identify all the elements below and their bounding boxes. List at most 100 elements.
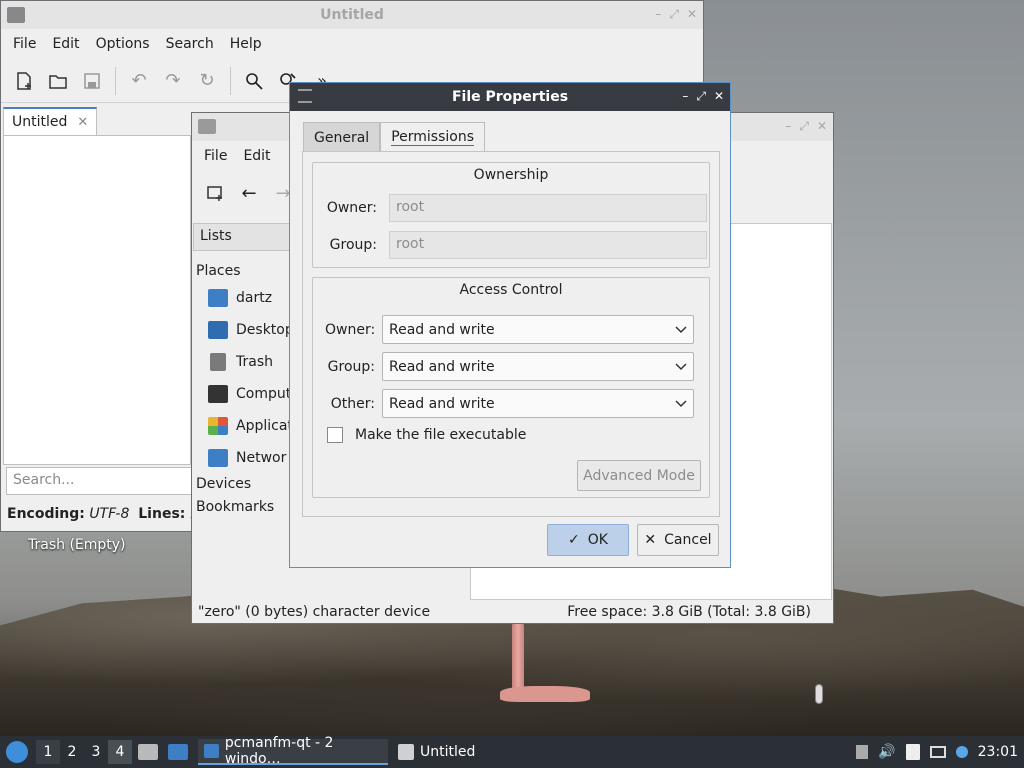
group-permission-select[interactable]: Read and write xyxy=(382,352,694,381)
workspace-2[interactable]: 2 xyxy=(60,740,84,764)
task-pcmanfm[interactable]: pcmanfm-qt - 2 windo… xyxy=(198,735,388,767)
cancel-button[interactable]: ✕ Cancel xyxy=(637,524,719,556)
ok-button[interactable]: ✓ OK xyxy=(547,524,629,556)
folder-icon xyxy=(198,119,216,134)
desktop-icon xyxy=(208,321,228,339)
menu-search[interactable]: Search xyxy=(158,36,222,52)
tray-up-arrow-icon[interactable] xyxy=(856,745,869,759)
menu-help[interactable]: Help xyxy=(222,36,270,52)
minimize-icon[interactable]: – xyxy=(682,89,688,104)
clipboard-icon[interactable] xyxy=(905,744,920,760)
editor-statusbar: Encoding: UTF-8 Lines: 1 xyxy=(7,506,199,522)
wallpaper-bird-foot xyxy=(500,686,590,702)
side-pane-mode-selector[interactable]: Lists xyxy=(193,223,293,251)
minimize-icon[interactable]: – xyxy=(655,7,661,22)
workspace-3[interactable]: 3 xyxy=(84,740,108,764)
chevron-down-icon xyxy=(675,399,687,407)
executable-checkbox-row[interactable]: Make the file executable xyxy=(327,427,526,443)
trash-icon xyxy=(210,353,226,371)
place-item-desktop[interactable]: Desktop xyxy=(208,321,294,339)
new-tab-icon[interactable] xyxy=(200,178,230,208)
place-item-computer[interactable]: Comput xyxy=(208,385,291,403)
fm-menu-file[interactable]: File xyxy=(196,148,235,164)
close-icon[interactable]: ✕ xyxy=(714,89,724,104)
new-file-icon[interactable] xyxy=(9,66,39,96)
tab-general[interactable]: General xyxy=(303,122,381,152)
open-folder-icon[interactable] xyxy=(43,66,73,96)
fm-menu-edit[interactable]: Edit xyxy=(235,148,278,164)
clock[interactable]: 23:01 xyxy=(978,744,1018,760)
other-permission-select[interactable]: Read and write xyxy=(382,389,694,418)
editor-tab-untitled[interactable]: Untitled ✕ xyxy=(3,107,98,135)
undo-icon[interactable]: ↶ xyxy=(124,66,154,96)
find-icon[interactable] xyxy=(239,66,269,96)
permissions-panel: Ownership Owner: root Group: root Access… xyxy=(302,151,720,517)
chevron-down-icon xyxy=(675,325,687,333)
owner-field: root xyxy=(389,194,707,222)
text-editor-icon xyxy=(398,744,414,760)
cancel-x-icon: ✕ xyxy=(644,532,657,548)
menu-file[interactable]: File xyxy=(5,36,44,52)
desktop-trash-label[interactable]: Trash (Empty) xyxy=(28,537,126,553)
bookmarks-header[interactable]: Bookmarks xyxy=(196,499,274,515)
places-header[interactable]: Places xyxy=(196,263,241,279)
redo-icon[interactable]: ↷ xyxy=(158,66,188,96)
place-item-trash[interactable]: Trash xyxy=(208,353,273,371)
network-status-icon[interactable] xyxy=(929,746,946,758)
place-item-network[interactable]: Networ xyxy=(208,449,286,467)
owner-permission-select[interactable]: Read and write xyxy=(382,315,694,344)
workspace-1[interactable]: 1 xyxy=(36,740,60,764)
access-control-group: Access Control Owner: Read and write Gro… xyxy=(312,277,710,498)
editor-menubar: File Edit Options Search Help xyxy=(1,29,703,59)
editor-title: Untitled xyxy=(320,7,384,23)
group-label: Group: xyxy=(329,237,377,253)
folder-icon xyxy=(204,744,219,758)
advanced-mode-button[interactable]: Advanced Mode xyxy=(577,460,701,491)
dialog-tabs: General Permissions xyxy=(303,122,485,152)
place-item-home[interactable]: dartz xyxy=(208,289,272,307)
tab-permissions[interactable]: Permissions xyxy=(380,122,485,152)
applications-icon xyxy=(208,417,228,435)
owner-label: Owner: xyxy=(326,200,377,216)
minimize-icon[interactable]: – xyxy=(785,119,791,134)
editor-titlebar[interactable]: Untitled – ⤢ ✕ xyxy=(1,1,703,29)
ownership-title: Ownership xyxy=(473,167,549,183)
search-input[interactable]: Search... xyxy=(6,467,192,495)
close-icon[interactable]: ✕ xyxy=(817,119,827,134)
tab-label: Untitled xyxy=(12,114,68,130)
workspace-4[interactable]: 4 xyxy=(108,740,132,764)
menu-options[interactable]: Options xyxy=(88,36,158,52)
access-control-title: Access Control xyxy=(459,282,563,298)
save-icon[interactable] xyxy=(77,66,107,96)
scrollbar[interactable] xyxy=(815,684,823,704)
start-menu-icon[interactable] xyxy=(6,741,28,763)
check-icon: ✓ xyxy=(568,532,580,548)
system-tray: 🔊 23:01 xyxy=(856,744,1018,760)
close-icon[interactable]: ✕ xyxy=(687,7,697,22)
dialog-titlebar[interactable]: File Properties – ⤢ ✕ xyxy=(290,83,730,111)
network-icon xyxy=(208,449,228,467)
group-field: root xyxy=(389,231,707,259)
tab-close-icon[interactable]: ✕ xyxy=(77,115,88,130)
menu-edit[interactable]: Edit xyxy=(44,36,87,52)
task-untitled-editor[interactable]: Untitled xyxy=(392,739,481,765)
maximize-icon[interactable]: ⤢ xyxy=(799,119,809,134)
show-desktop-icon[interactable] xyxy=(168,744,188,760)
devices-header[interactable]: Devices xyxy=(196,476,251,492)
text-area[interactable] xyxy=(3,135,191,465)
volume-icon[interactable]: 🔊 xyxy=(878,744,895,760)
executable-checkbox[interactable] xyxy=(327,427,343,443)
chevron-down-icon xyxy=(675,362,687,370)
maximize-icon[interactable]: ⤢ xyxy=(696,89,706,104)
notification-icon[interactable] xyxy=(955,746,968,758)
back-arrow-icon[interactable]: ← xyxy=(234,178,264,208)
fm-statusbar: "zero" (0 bytes) character device Free s… xyxy=(198,604,811,620)
selection-status: "zero" (0 bytes) character device xyxy=(198,604,431,620)
free-space-status: Free space: 3.8 GiB (Total: 3.8 GiB) xyxy=(567,604,811,620)
file-manager-launcher-icon[interactable] xyxy=(138,744,158,760)
place-item-applications[interactable]: Applicat xyxy=(208,417,293,435)
reload-icon[interactable]: ↻ xyxy=(192,66,222,96)
ownership-group: Ownership Owner: root Group: root xyxy=(312,162,710,268)
taskbar: 1 2 3 4 pcmanfm-qt - 2 windo… Untitled 🔊… xyxy=(0,735,1024,768)
maximize-icon[interactable]: ⤢ xyxy=(669,7,679,22)
